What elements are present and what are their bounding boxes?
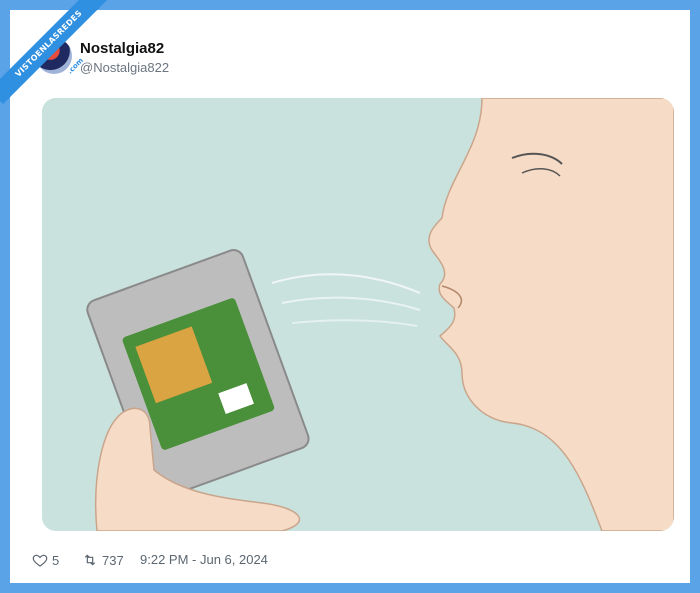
author-handle[interactable]: @Nostalgia822 (80, 60, 169, 75)
tweet-timestamp[interactable]: 9:22 PM - Jun 6, 2024 (140, 552, 268, 567)
tweet-footer: 5 737 9:22 PM - Jun 6, 2024 (32, 550, 632, 570)
tweet-header: Nostalgia82 @Nostalgia822 (36, 36, 636, 84)
tweet-card: VISTOENLASREDES .com Nostalgia82 @Nostal… (0, 0, 690, 583)
author-name[interactable]: Nostalgia82 (80, 40, 164, 57)
retweet-icon (84, 554, 96, 566)
tweet-image[interactable] (42, 98, 674, 531)
illustration (42, 98, 674, 531)
like-count: 5 (52, 552, 60, 568)
like-button[interactable]: 5 (32, 552, 59, 568)
retweet-button[interactable]: 737 (82, 552, 124, 568)
heart-icon (32, 554, 48, 567)
retweet-count: 737 (102, 552, 124, 568)
